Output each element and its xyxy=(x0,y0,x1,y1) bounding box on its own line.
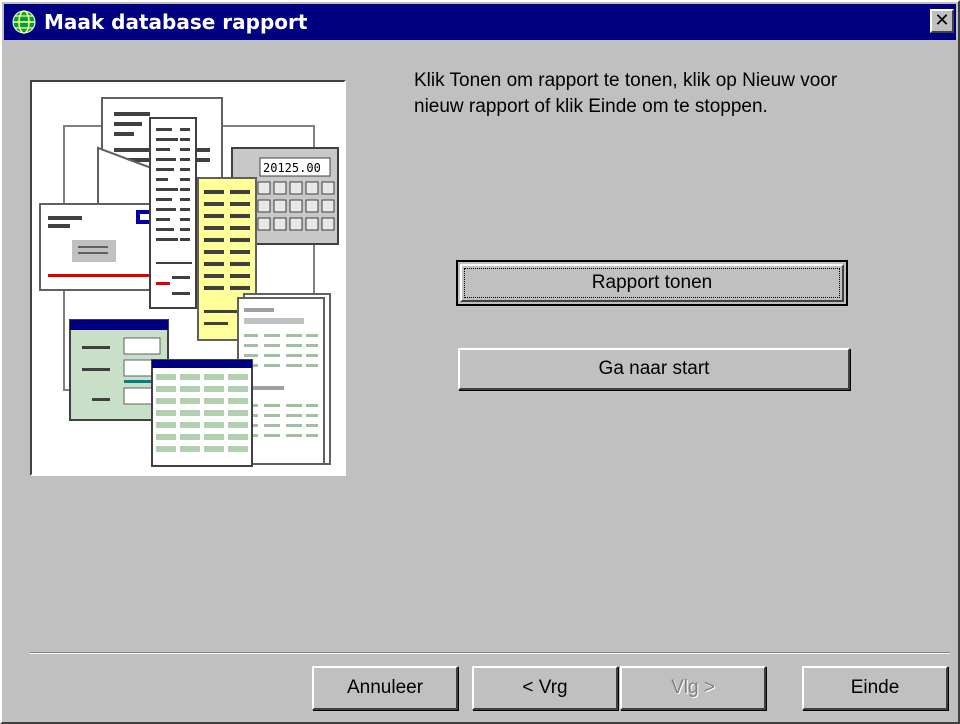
title-bar[interactable]: Maak database rapport ✕ xyxy=(4,4,956,40)
back-label: < Vrg xyxy=(522,677,568,698)
go-to-start-label: Ga naar start xyxy=(598,358,710,379)
show-report-label: Rapport tonen xyxy=(591,272,713,293)
globe-icon xyxy=(12,10,36,34)
close-button[interactable]: ✕ xyxy=(930,9,954,33)
window-title: Maak database rapport xyxy=(44,10,308,34)
close-icon: ✕ xyxy=(934,10,950,31)
cancel-button[interactable]: Annuleer xyxy=(312,666,458,710)
next-button[interactable]: Vlg > xyxy=(620,666,766,710)
cancel-label: Annuleer xyxy=(346,677,424,698)
wizard-dialog: Maak database rapport ✕ 20125.00 Klik To… xyxy=(0,0,960,724)
footer-separator xyxy=(30,652,950,654)
go-to-start-button[interactable]: Ga naar start xyxy=(458,348,850,390)
calculator-display: 20125.00 xyxy=(263,161,321,175)
next-label: Vlg > xyxy=(671,677,715,698)
instruction-text: Klik Tonen om rapport te tonen, klik op … xyxy=(414,70,838,117)
wizard-illustration: 20125.00 xyxy=(30,80,346,476)
show-report-button[interactable]: Rapport tonen xyxy=(456,260,848,306)
finish-label: Einde xyxy=(850,677,900,698)
documents-illustration: 20125.00 xyxy=(39,97,339,467)
back-button[interactable]: < Vrg xyxy=(472,666,618,710)
finish-button[interactable]: Einde xyxy=(802,666,948,710)
